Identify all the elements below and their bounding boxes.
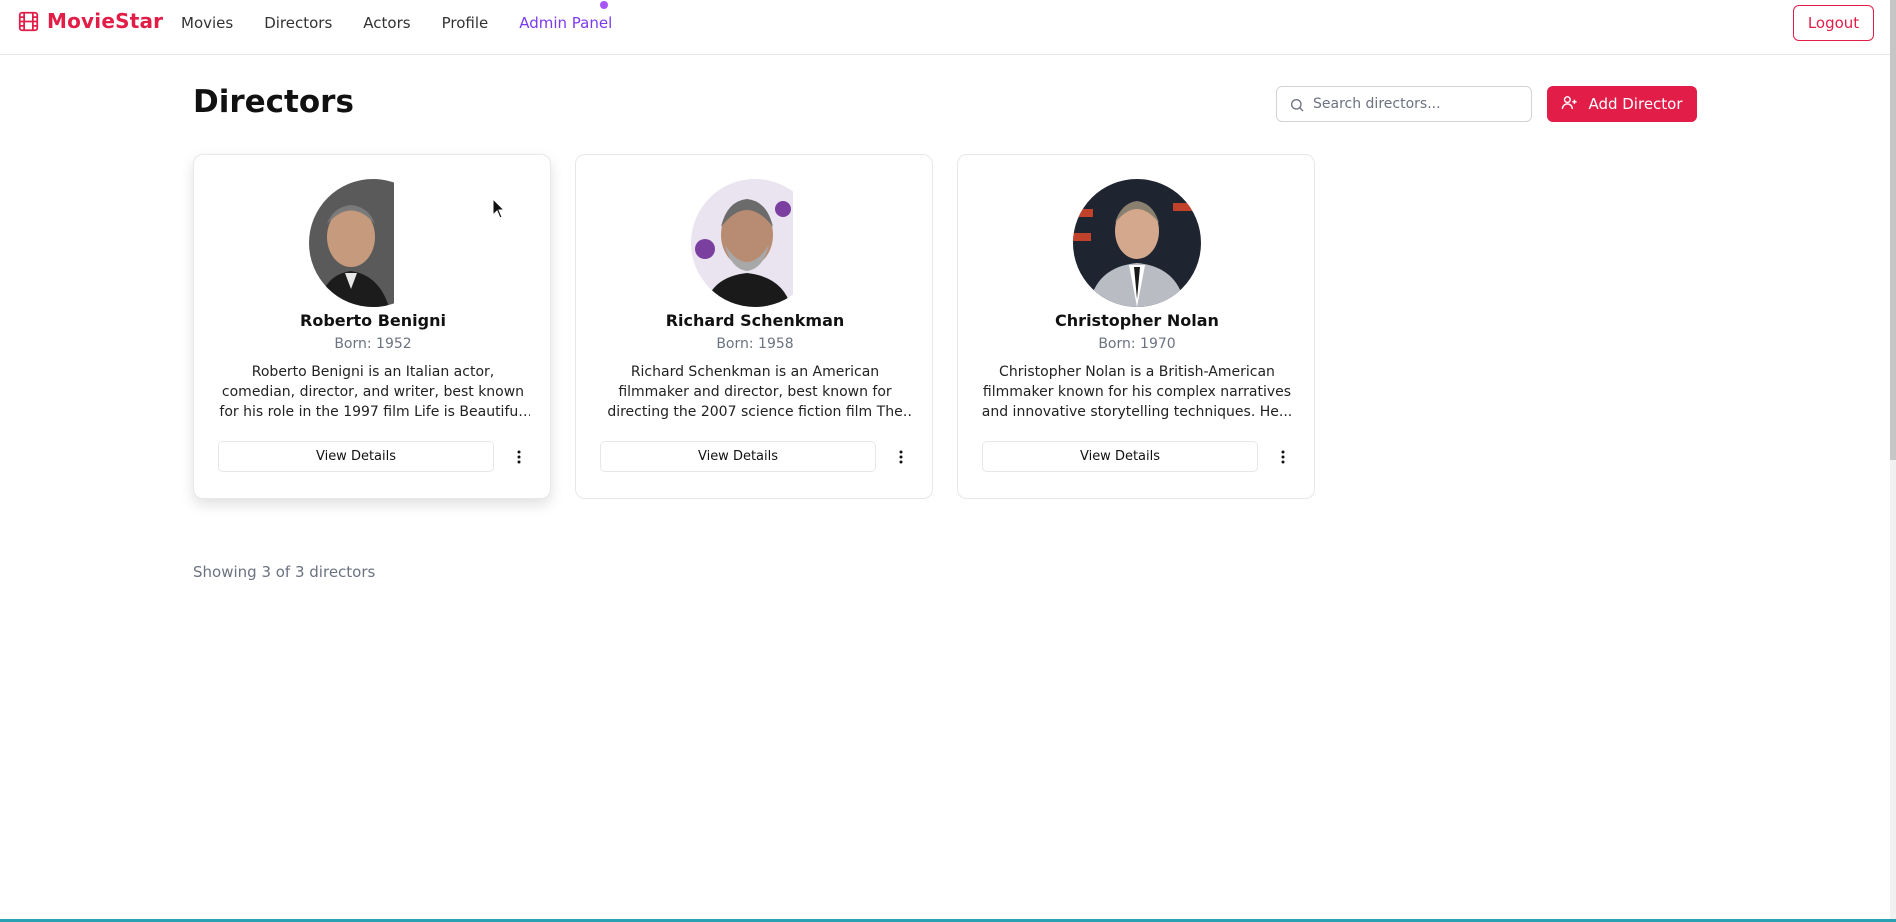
search-icon — [1289, 97, 1305, 113]
film-icon — [18, 11, 39, 32]
more-vertical-icon[interactable] — [1268, 441, 1298, 472]
mouse-cursor-icon — [492, 197, 506, 220]
search-input[interactable] — [1309, 88, 1524, 120]
top-nav: MovieStar Movies Directors Actors Profil… — [0, 0, 1890, 55]
director-description: Christopher Nolan is a British-American … — [981, 364, 1293, 420]
view-details-button[interactable]: View Details — [218, 441, 494, 472]
director-name: Roberto Benigni — [300, 311, 446, 330]
director-description: Roberto Benigni is an Italian actor, com… — [219, 364, 527, 420]
brand[interactable]: MovieStar — [18, 9, 163, 33]
director-card[interactable]: Richard Schenkman Born: 1958 Richard Sch… — [575, 154, 933, 499]
nav-links: Movies Directors Actors Profile Admin Pa… — [181, 12, 612, 34]
page-title: Directors — [193, 84, 354, 120]
director-avatar — [691, 179, 819, 307]
view-details-button[interactable]: View Details — [600, 441, 876, 472]
scrollbar-thumb[interactable] — [1890, 0, 1896, 460]
nav-link-directors[interactable]: Directors — [264, 12, 332, 34]
add-director-label: Add Director — [1588, 95, 1683, 113]
logout-button[interactable]: Logout — [1793, 5, 1874, 41]
results-count: Showing 3 of 3 directors — [193, 563, 376, 581]
director-avatar — [309, 179, 437, 307]
director-name: Richard Schenkman — [665, 311, 845, 330]
more-vertical-icon[interactable] — [504, 441, 534, 472]
view-details-button[interactable]: View Details — [982, 441, 1258, 472]
director-born: Born: 1958 — [716, 336, 794, 352]
search-box — [1276, 86, 1532, 122]
director-born: Born: 1970 — [1098, 336, 1176, 352]
director-avatar — [1073, 179, 1201, 307]
brand-name: MovieStar — [47, 9, 164, 33]
nav-link-admin-panel[interactable]: Admin Panel — [519, 12, 612, 34]
director-description: Richard Schenkman is an American filmmak… — [607, 364, 903, 420]
admin-indicator-dot — [600, 1, 608, 9]
nav-link-profile[interactable]: Profile — [442, 12, 489, 34]
more-vertical-icon[interactable] — [886, 441, 916, 472]
director-card[interactable]: Christopher Nolan Born: 1970 Christopher… — [957, 154, 1315, 499]
add-director-button[interactable]: Add Director — [1547, 86, 1697, 122]
nav-link-movies[interactable]: Movies — [181, 12, 233, 34]
director-born: Born: 1952 — [334, 336, 412, 352]
user-plus-icon — [1561, 94, 1578, 115]
nav-link-actors[interactable]: Actors — [363, 12, 410, 34]
director-name: Christopher Nolan — [1055, 311, 1219, 330]
